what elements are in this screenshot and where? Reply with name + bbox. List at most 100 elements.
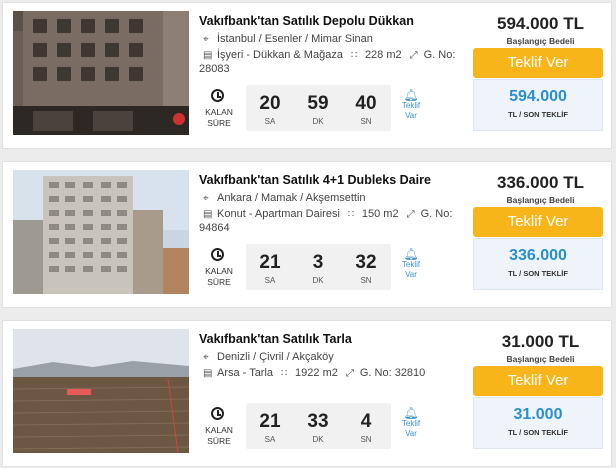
bid-button[interactable]: Teklif Ver (473, 207, 603, 237)
remaining-time-label: KALAN SÜRE (205, 107, 233, 128)
gno-value: 28083 (199, 63, 230, 75)
location-text: Ankara / Mamak / Akşemsettin (217, 192, 366, 204)
location-text: İstanbul / Esenler / Mimar Sinan (217, 33, 373, 45)
area-text: 1922 m2 (295, 367, 338, 379)
seconds-value: 4 (360, 411, 372, 432)
area-icon: ∷ (281, 368, 288, 379)
bell-icon: 🔔︎ (403, 88, 419, 102)
listing-card[interactable]: Vakıfbank'tan Satılık Depolu Dükkan ⌖ İst… (2, 2, 612, 149)
countdown-timer: KALAN SÜRE 21 SA 3 DK 32 SN 🔔︎ Teklif Va… (199, 244, 420, 290)
hours-value: 20 (259, 93, 281, 114)
last-bid-price: 594.000 (509, 88, 567, 105)
area-text: 228 m2 (364, 49, 402, 61)
countdown-seconds: 40 SN (342, 85, 390, 131)
listing-card[interactable]: Vakıfbank'tan Satılık 4+1 Dubleks Daire … (2, 161, 612, 308)
map-pin-icon: ⌖ (203, 193, 209, 204)
details-row: ▤ İşyeri - Dükkan & Mağaza ∷ 228 m2 ⤢ G. No: (203, 49, 455, 61)
expand-icon: ⤢ (406, 209, 415, 220)
countdown-cells: 21 SA 33 DK 4 SN (246, 403, 391, 449)
area-icon: ∷ (350, 50, 358, 61)
hours-value: 21 (259, 252, 281, 273)
listing-photo[interactable] (13, 11, 189, 135)
notify-label: Teklif Var (401, 419, 421, 438)
bid-notification[interactable]: 🔔︎ Teklif Var (399, 407, 423, 439)
expand-icon: ⤢ (409, 50, 418, 61)
last-bid-box: 31.000 TL / SON TEKLİF (473, 397, 603, 449)
hours-unit: SA (264, 435, 276, 444)
minutes-unit: DK (312, 435, 324, 444)
listing-photo[interactable] (13, 170, 189, 294)
listing-photo[interactable] (13, 329, 189, 453)
category-text: Konut - Apartman Dairesi (217, 208, 340, 220)
countdown-hours: 21 SA (246, 244, 294, 290)
bid-notification[interactable]: 🔔︎ Teklif Var (399, 89, 423, 121)
details-row: ▤ Konut - Apartman Dairesi ∷ 150 m2 ⤢ G. No: (203, 208, 452, 220)
area-text: 150 m2 (361, 208, 399, 220)
price-panel: 31.000 TL Başlangıç Bedeli Teklif Ver 31… (473, 321, 608, 466)
countdown-cells: 21 SA 3 DK 32 SN (246, 244, 391, 290)
clock-icon (211, 407, 224, 420)
last-bid-label: TL / SON TEKLİF (508, 110, 568, 119)
location-row: ⌖ İstanbul / Esenler / Mimar Sinan (203, 33, 373, 45)
notify-label: Teklif Var (401, 101, 421, 120)
listing-card[interactable]: Vakıfbank'tan Satılık Tarla ⌖ Denizli / Ç… (2, 320, 612, 467)
start-price-label: Başlangıç Bedeli (506, 354, 575, 364)
building-icon: ▤ (203, 50, 213, 61)
start-price-label: Başlangıç Bedeli (506, 36, 575, 46)
hours-value: 21 (259, 411, 281, 432)
start-price: 594.000 TL (497, 14, 584, 33)
gno-label: G. No: (423, 49, 456, 61)
bid-button[interactable]: Teklif Ver (473, 366, 603, 396)
location-text: Denizli / Çivril / Akçaköy (217, 351, 334, 363)
building-icon: ▤ (203, 209, 213, 220)
gno-label: G. No: 32810 (359, 367, 426, 379)
area-icon: ∷ (347, 209, 355, 220)
seconds-unit: SN (360, 117, 372, 126)
last-bid-box: 594.000 TL / SON TEKLİF (473, 79, 603, 131)
countdown-cells: 20 SA 59 DK 40 SN (246, 85, 391, 131)
seconds-unit: SN (360, 435, 372, 444)
countdown-hours: 20 SA (246, 85, 294, 131)
seconds-value: 32 (355, 252, 377, 273)
location-row: ⌖ Denizli / Çivril / Akçaköy (203, 351, 334, 363)
listing-title[interactable]: Vakıfbank'tan Satılık 4+1 Dubleks Daire (199, 173, 431, 187)
details-row: ▤ Arsa - Tarla ∷ 1922 m2 ⤢ G. No: 32810 (203, 367, 425, 379)
clock-icon (211, 89, 224, 102)
category-text: Arsa - Tarla (217, 367, 274, 379)
last-bid-price: 336.000 (509, 247, 567, 264)
remaining-time-label: KALAN SÜRE (205, 425, 233, 446)
minutes-value: 59 (307, 93, 329, 114)
building-icon: ▤ (203, 368, 213, 379)
gno-value-row: 28083 (199, 63, 230, 75)
minutes-unit: DK (312, 117, 324, 126)
bid-button[interactable]: Teklif Ver (473, 48, 603, 78)
seconds-value: 40 (355, 93, 377, 114)
bid-notification[interactable]: 🔔︎ Teklif Var (399, 248, 423, 280)
gno-label: G. No: (420, 208, 453, 220)
bell-icon: 🔔︎ (403, 247, 419, 261)
countdown-minutes: 33 DK (294, 403, 342, 449)
last-bid-label: TL / SON TEKLİF (508, 269, 568, 278)
map-pin-icon: ⌖ (203, 352, 209, 363)
countdown-seconds: 4 SN (342, 403, 390, 449)
countdown-timer: KALAN SÜRE 21 SA 33 DK 4 SN 🔔︎ Teklif Va… (199, 403, 420, 449)
minutes-unit: DK (312, 276, 324, 285)
notify-label: Teklif Var (401, 260, 421, 279)
location-row: ⌖ Ankara / Mamak / Akşemsettin (203, 192, 366, 204)
bell-icon: 🔔︎ (403, 406, 419, 420)
minutes-value: 3 (312, 252, 324, 273)
price-panel: 336.000 TL Başlangıç Bedeli Teklif Ver 3… (473, 162, 608, 307)
start-price: 336.000 TL (497, 173, 584, 192)
countdown-minutes: 59 DK (294, 85, 342, 131)
listing-title[interactable]: Vakıfbank'tan Satılık Tarla (199, 332, 352, 346)
clock-icon (211, 248, 224, 261)
last-bid-box: 336.000 TL / SON TEKLİF (473, 238, 603, 290)
last-bid-price: 31.000 (513, 406, 563, 423)
price-panel: 594.000 TL Başlangıç Bedeli Teklif Ver 5… (473, 3, 608, 148)
expand-icon: ⤢ (345, 368, 354, 379)
start-price: 31.000 TL (501, 332, 580, 351)
countdown-timer: KALAN SÜRE 20 SA 59 DK 40 SN 🔔︎ Teklif V… (199, 85, 420, 131)
listing-title[interactable]: Vakıfbank'tan Satılık Depolu Dükkan (199, 14, 414, 28)
seconds-unit: SN (360, 276, 372, 285)
gno-value: 94864 (199, 222, 230, 234)
